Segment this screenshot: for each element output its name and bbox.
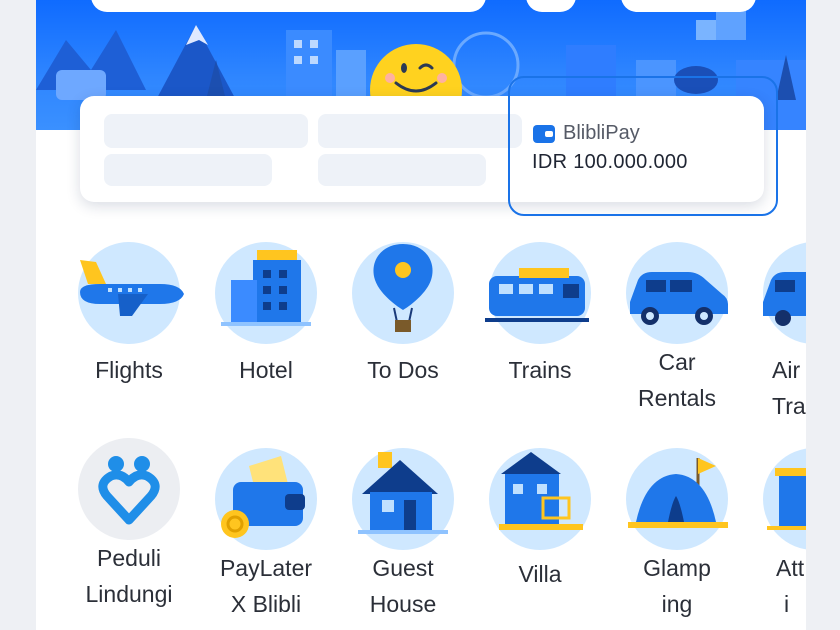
- service-guest-house[interactable]: Guest House: [343, 448, 463, 622]
- wallet-name: BlibliPay: [563, 122, 640, 144]
- service-label-line: Air: [772, 357, 801, 383]
- service-villa[interactable]: Villa: [480, 448, 600, 592]
- hot-air-balloon-icon: [373, 244, 433, 332]
- service-glamping[interactable]: Glamp ing: [617, 448, 737, 622]
- service-hotel[interactable]: Hotel: [206, 242, 326, 388]
- train-icon: [485, 268, 589, 322]
- guest-house-icon: [358, 452, 448, 534]
- skeleton-placeholder: [318, 114, 522, 148]
- top-action-pill[interactable]: [621, 0, 756, 12]
- villa-icon: [499, 452, 583, 530]
- service-trains[interactable]: Trains: [480, 242, 600, 388]
- service-label: Flights: [95, 357, 163, 383]
- service-label-line: i: [784, 591, 790, 617]
- app-screen: BlibliPay IDR 100.000.000 Flights Hotel …: [36, 0, 806, 630]
- service-label: Air Tran: [754, 352, 806, 424]
- wallet-balance: IDR 100.000.000: [532, 151, 688, 173]
- blibli-pay-tile[interactable]: [508, 76, 778, 216]
- skeleton-placeholder: [104, 154, 272, 186]
- service-label-line: ing: [661, 591, 693, 617]
- service-label: To Dos: [367, 357, 439, 383]
- glamping-tent-icon: [628, 458, 728, 528]
- wallet-header: BlibliPay: [533, 122, 640, 145]
- service-label-line: Lindungi: [85, 581, 173, 607]
- service-label-line: Rentals: [638, 385, 716, 411]
- paylater-wallet-icon: [221, 456, 305, 538]
- wallet-icon: [533, 124, 555, 143]
- service-label-line: X Blibli: [230, 591, 302, 617]
- service-label: Glamp ing: [617, 550, 737, 622]
- service-peduli-lindungi[interactable]: Peduli Lindungi: [69, 438, 189, 612]
- service-paylater[interactable]: PayLater X Blibli: [206, 448, 326, 622]
- service-to-dos[interactable]: To Dos: [343, 242, 463, 388]
- attraction-icon: [767, 468, 806, 530]
- service-label-line: Tran: [772, 393, 806, 419]
- skeleton-placeholder: [318, 154, 486, 186]
- airplane-icon: [80, 260, 184, 316]
- peduli-lindungi-icon: [98, 456, 160, 525]
- service-label: Villa: [518, 561, 562, 587]
- car-icon: [630, 272, 728, 325]
- hotel-building-icon: [221, 250, 311, 326]
- service-label: Peduli Lindungi: [69, 540, 189, 612]
- skeleton-placeholder: [104, 114, 308, 148]
- service-label: Car Rentals: [617, 344, 737, 416]
- service-airport-transfer[interactable]: Air Tran: [754, 242, 806, 424]
- service-label: Hotel: [239, 357, 293, 383]
- service-label: Att i: [754, 550, 806, 622]
- service-label: Guest House: [343, 550, 463, 622]
- service-car-rentals[interactable]: Car Rentals: [617, 242, 737, 416]
- service-flights[interactable]: Flights: [69, 242, 189, 388]
- service-label: Trains: [508, 357, 572, 383]
- service-attraction[interactable]: Att i: [754, 448, 806, 622]
- search-bar-top[interactable]: [91, 0, 486, 12]
- service-label: PayLater X Blibli: [206, 550, 326, 622]
- airport-transfer-icon: [763, 272, 806, 326]
- service-label-line: House: [369, 591, 437, 617]
